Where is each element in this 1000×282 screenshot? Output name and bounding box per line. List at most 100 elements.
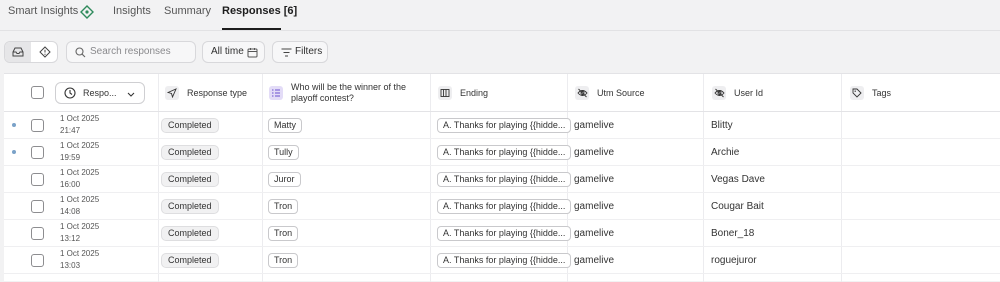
ending-chip: A. Thanks for playing {{hidde... <box>437 199 572 214</box>
status-badge: Completed <box>161 253 219 268</box>
user-id-value: Blitty <box>711 120 733 131</box>
filter-lines-icon <box>281 48 292 57</box>
table-row[interactable]: 1 Oct 2025 13:12 Completed Tron A. Thanks fo… <box>4 220 1000 247</box>
response-date: 1 Oct 2025 <box>60 114 100 123</box>
date-range-button[interactable]: All time <box>202 41 265 63</box>
diamond-alert-icon <box>39 46 51 58</box>
response-time: 14:08 <box>60 207 81 216</box>
ending-icon <box>438 86 452 100</box>
responses-table: Respo... Response type Who will be the w… <box>4 73 1000 282</box>
ending-chip: A. Thanks for playing {{hidde... <box>437 118 572 133</box>
eye-off-icon <box>712 86 726 100</box>
active-tab-indicator <box>222 28 281 30</box>
sort-column-selector[interactable]: Respo... <box>55 82 145 104</box>
user-id-value: roguejuror <box>711 255 757 266</box>
utm-source-value: gamelive <box>574 147 615 158</box>
chevron-down-icon <box>127 92 135 97</box>
header-response-type[interactable]: Response type <box>165 74 247 112</box>
row-checkbox[interactable] <box>31 146 44 159</box>
tab-insights[interactable]: Insights <box>113 5 151 17</box>
status-badge: Completed <box>161 118 219 133</box>
sort-column-label: Respo... <box>83 88 117 98</box>
utm-source-value: gamelive <box>574 174 615 185</box>
response-date: 1 Oct 2025 <box>60 141 100 150</box>
search-placeholder: Search responses <box>90 46 171 57</box>
tag-icon <box>850 86 864 100</box>
user-id-value: Vegas Dave <box>711 174 765 185</box>
tab-summary[interactable]: Summary <box>164 5 211 17</box>
utm-source-value: gamelive <box>574 255 615 266</box>
utm-source-value: gamelive <box>574 228 615 239</box>
inbox-view-button[interactable] <box>5 42 31 62</box>
ending-chip: A. Thanks for playing {{hidde... <box>437 253 572 268</box>
ending-chip: A. Thanks for playing {{hidde... <box>437 172 572 187</box>
row-checkbox[interactable] <box>31 119 44 132</box>
row-checkbox[interactable] <box>31 227 44 240</box>
user-id-value: Boner_18 <box>711 228 755 239</box>
status-badge: Completed <box>161 199 219 214</box>
response-date: 1 Oct 2025 <box>60 195 100 204</box>
tab-smart-insights[interactable]: Smart Insights <box>8 5 78 17</box>
response-date: 1 Oct 2025 <box>60 168 100 177</box>
clock-icon <box>64 87 76 99</box>
smart-insights-diamond-icon <box>80 5 94 19</box>
send-icon <box>165 86 179 100</box>
header-utm-source[interactable]: Utm Source <box>575 74 645 112</box>
search-icon <box>75 47 86 58</box>
response-date: 1 Oct 2025 <box>60 222 100 231</box>
table-header: Respo... Response type Who will be the w… <box>4 74 1000 112</box>
row-checkbox[interactable] <box>31 173 44 186</box>
ending-chip: A. Thanks for playing {{hidde... <box>437 226 572 241</box>
response-time: 13:12 <box>60 234 81 243</box>
unread-dot-icon <box>12 150 16 154</box>
row-checkbox[interactable] <box>31 254 44 267</box>
view-toggle <box>4 41 58 63</box>
user-id-value: Archie <box>711 147 740 158</box>
header-tags[interactable]: Tags <box>850 74 891 112</box>
tab-responses[interactable]: Responses [6] <box>222 5 297 17</box>
response-time: 13:03 <box>60 261 81 270</box>
table-row[interactable]: 1 Oct 2025 21:47 Completed Matty A. Thanks f… <box>4 112 1000 139</box>
calendar-icon <box>247 48 258 58</box>
select-all-checkbox[interactable] <box>31 86 44 99</box>
header-label: Who will be the winner of the playoff co… <box>291 82 407 103</box>
answer-chip: Tully <box>268 145 299 160</box>
header-label: Ending <box>460 88 489 98</box>
inbox-icon <box>12 47 24 57</box>
status-badge: Completed <box>161 172 219 187</box>
tab-bar: Smart Insights Insights Summary Response… <box>0 0 1000 31</box>
list-choice-icon <box>269 86 283 100</box>
filters-label: Filters <box>295 46 323 57</box>
response-time: 19:59 <box>60 153 81 162</box>
header-label: User Id <box>734 88 764 98</box>
date-range-label: All time <box>211 46 244 57</box>
utm-source-value: gamelive <box>574 201 615 212</box>
header-question[interactable]: Who will be the winner of the playoff co… <box>269 74 427 112</box>
status-badge: Completed <box>161 145 219 160</box>
row-checkbox[interactable] <box>31 200 44 213</box>
utm-source-value: gamelive <box>574 120 615 131</box>
answer-chip: Tron <box>268 253 299 268</box>
answer-chip: Tron <box>268 199 299 214</box>
filters-button[interactable]: Filters <box>272 41 328 63</box>
table-row[interactable]: 1 Oct 2025 14:08 Completed Tron A. Thanks fo… <box>4 193 1000 220</box>
table-row[interactable]: 1 Oct 2025 13:03 Completed Tron A. Thanks fo… <box>4 247 1000 274</box>
response-time: 21:47 <box>60 126 81 135</box>
header-user-id[interactable]: User Id <box>712 74 763 112</box>
response-time: 16:00 <box>60 180 81 189</box>
status-badge: Completed <box>161 226 219 241</box>
header-label: Utm Source <box>597 88 645 98</box>
answer-chip: Matty <box>268 118 303 133</box>
ending-chip: A. Thanks for playing {{hidde... <box>437 145 572 160</box>
header-label: Response type <box>187 88 248 98</box>
table-row[interactable]: 1 Oct 2025 16:00 Completed Juror A. Thanks f… <box>4 166 1000 193</box>
search-input[interactable]: Search responses <box>66 41 196 63</box>
header-ending[interactable]: Ending <box>438 74 488 112</box>
insights-view-button[interactable] <box>32 42 58 62</box>
header-label: Tags <box>872 88 892 98</box>
user-id-value: Cougar Bait <box>711 201 764 212</box>
eye-off-icon <box>575 86 589 100</box>
unread-dot-icon <box>12 123 16 127</box>
response-date: 1 Oct 2025 <box>60 249 100 258</box>
table-row[interactable]: 1 Oct 2025 19:59 Completed Tully A. Thanks f… <box>4 139 1000 166</box>
